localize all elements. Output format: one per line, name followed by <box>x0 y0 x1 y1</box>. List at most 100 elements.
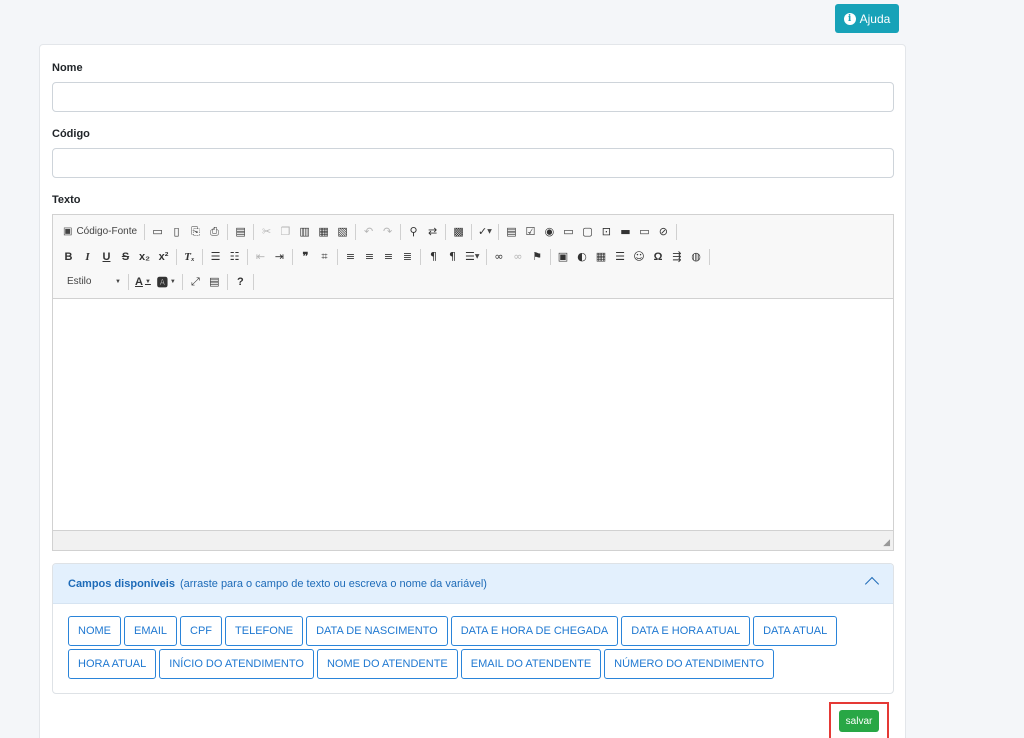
superscript-icon[interactable]: x² <box>154 247 173 267</box>
editor-status-bar: ◢ <box>53 530 893 550</box>
flash-icon[interactable]: ◐ <box>573 247 592 267</box>
name-input[interactable] <box>52 82 894 112</box>
field-chip-email[interactable]: EMAIL <box>124 616 178 646</box>
text-label: Texto <box>52 194 81 206</box>
italic-icon[interactable]: I <box>78 247 97 267</box>
text-color-icon[interactable]: A ▼ <box>132 272 154 292</box>
textarea-icon[interactable]: ▢ <box>578 222 597 242</box>
save-icon[interactable]: ▭ <box>148 222 167 242</box>
available-fields-panel: Campos disponíveis (arraste para o campo… <box>52 563 894 694</box>
toolbar-row-1: ▣ Código-Fonte ▭ ▯ ⎘ ⎙ ▤ ✂ ❐ ▥ ▦ ▧ ↶ ↷ ⚲… <box>59 219 887 244</box>
available-fields-hint: (arraste para o campo de texto ou escrev… <box>179 577 487 590</box>
smiley-icon[interactable]: ☺ <box>630 247 649 267</box>
show-blocks-icon[interactable]: ▤ <box>205 272 224 292</box>
style-dropdown[interactable]: Estilo ▼ <box>59 273 125 291</box>
new-page-icon[interactable]: ▯ <box>167 222 186 242</box>
replace-icon[interactable]: ⇄ <box>423 222 442 242</box>
toolbar-separator <box>497 223 499 240</box>
underline-icon[interactable]: U <box>97 247 116 267</box>
spellcheck-icon[interactable]: ✓ ▼ <box>475 222 495 242</box>
align-center-icon[interactable]: ≡ <box>360 247 379 267</box>
paste-text-icon[interactable]: ▦ <box>314 222 333 242</box>
blockquote-icon[interactable]: ❞ <box>296 247 315 267</box>
find-icon[interactable]: ⚲ <box>404 222 423 242</box>
bulleted-list-icon[interactable]: ☷ <box>225 247 244 267</box>
bold-icon[interactable]: B <box>59 247 78 267</box>
about-icon[interactable]: ? <box>231 272 250 292</box>
horizontal-rule-icon[interactable]: ☰ <box>611 247 630 267</box>
toolbar-separator <box>337 248 338 265</box>
code-input[interactable] <box>52 148 894 178</box>
undo-icon[interactable]: ↶ <box>359 222 378 242</box>
bg-color-icon[interactable]: 🅰 ▼ <box>154 272 179 292</box>
div-icon[interactable]: ⌗ <box>315 247 334 267</box>
chevron-down-icon: ▼ <box>115 278 121 285</box>
templates-icon[interactable]: ▤ <box>231 222 250 242</box>
copy-icon[interactable]: ❐ <box>276 222 295 242</box>
field-chip-data-nascimento[interactable]: DATA DE NASCIMENTO <box>306 616 448 646</box>
checkbox-icon[interactable]: ☑ <box>521 222 540 242</box>
editor-content-area[interactable] <box>53 299 893 530</box>
field-chip-hora-atual[interactable]: HORA ATUAL <box>68 649 157 679</box>
redo-icon[interactable]: ↷ <box>378 222 397 242</box>
paste-word-icon[interactable]: ▧ <box>333 222 352 242</box>
strike-icon[interactable]: S <box>116 247 135 267</box>
source-button[interactable]: ▣ Código-Fonte <box>59 222 141 242</box>
ltr-icon[interactable]: ¶ <box>424 247 443 267</box>
align-left-icon[interactable]: ≡ <box>341 247 360 267</box>
name-label: Nome <box>52 62 83 74</box>
toolbar-separator <box>227 223 229 240</box>
select-all-icon[interactable]: ▩ <box>449 222 468 242</box>
textfield-icon[interactable]: ▭ <box>559 222 578 242</box>
unlink-icon[interactable]: ∞ <box>509 247 528 267</box>
field-chip-data-atual[interactable]: DATA ATUAL <box>753 616 838 646</box>
link-icon[interactable]: ∞ <box>490 247 509 267</box>
remove-format-icon[interactable]: Tₓ <box>180 247 199 267</box>
language-icon[interactable]: ☰ ▼ <box>462 247 483 267</box>
toolbar-separator <box>181 273 183 290</box>
numbered-list-icon[interactable]: ☰ <box>206 247 225 267</box>
resize-handle-icon[interactable]: ◢ <box>883 537 890 548</box>
field-chip-nome[interactable]: NOME <box>68 616 121 646</box>
toolbar-separator <box>176 248 177 265</box>
table-icon[interactable]: ▦ <box>592 247 611 267</box>
field-chip-data-hora-chegada[interactable]: DATA E HORA DE CHEGADA <box>450 616 619 646</box>
page-break-icon[interactable]: ⇶ <box>668 247 687 267</box>
toolbar-separator <box>400 223 402 240</box>
form-icon[interactable]: ▤ <box>502 222 521 242</box>
anchor-icon[interactable]: ⚑ <box>528 247 547 267</box>
image-button-icon[interactable]: ▭ <box>635 222 654 242</box>
field-chip-telefone[interactable]: TELEFONE <box>225 616 304 646</box>
maximize-icon[interactable]: ⤢ <box>186 272 205 292</box>
field-chip-data-hora-atual[interactable]: DATA E HORA ATUAL <box>621 616 751 646</box>
toolbar-separator <box>485 248 487 265</box>
source-button-label: Código-Fonte <box>76 226 138 237</box>
button-icon[interactable]: ▬ <box>616 222 635 242</box>
field-chip-cpf[interactable]: CPF <box>180 616 223 646</box>
cut-icon[interactable]: ✂ <box>257 222 276 242</box>
field-chip-email-atendente[interactable]: EMAIL DO ATENDENTE <box>460 649 602 679</box>
help-button[interactable]: i Ajuda <box>835 4 899 33</box>
outdent-icon[interactable]: ⇤ <box>251 247 270 267</box>
image-icon[interactable]: ▣ <box>554 247 573 267</box>
radio-icon[interactable]: ◉ <box>540 222 559 242</box>
align-right-icon[interactable]: ≡ <box>379 247 398 267</box>
subscript-icon[interactable]: x₂ <box>135 247 154 267</box>
field-chip-nome-atendente[interactable]: NOME DO ATENDENTE <box>316 649 458 679</box>
save-button[interactable]: salvar <box>839 710 879 732</box>
select-icon[interactable]: ⊡ <box>597 222 616 242</box>
iframe-icon[interactable]: ◍ <box>687 247 706 267</box>
paste-icon[interactable]: ▥ <box>295 222 314 242</box>
preview-icon[interactable]: ⎘ <box>186 222 205 242</box>
field-chip-numero-atendimento[interactable]: NÚMERO DO ATENDIMENTO <box>604 649 775 679</box>
available-fields-header[interactable]: Campos disponíveis (arraste para o campo… <box>53 564 893 604</box>
rtl-icon[interactable]: ¶ <box>443 247 462 267</box>
hidden-field-icon[interactable]: ⊘ <box>654 222 673 242</box>
field-chip-inicio-atendimento[interactable]: INÍCIO DO ATENDIMENTO <box>159 649 314 679</box>
indent-icon[interactable]: ⇥ <box>270 247 289 267</box>
chevron-up-icon[interactable] <box>864 576 880 592</box>
special-char-icon[interactable]: Ω <box>649 247 668 267</box>
print-icon[interactable]: ⎙ <box>205 222 224 242</box>
justify-icon[interactable]: ≣ <box>398 247 417 267</box>
fields-row-1: NOME EMAIL CPF TELEFONE DATA DE NASCIMEN… <box>68 616 878 646</box>
